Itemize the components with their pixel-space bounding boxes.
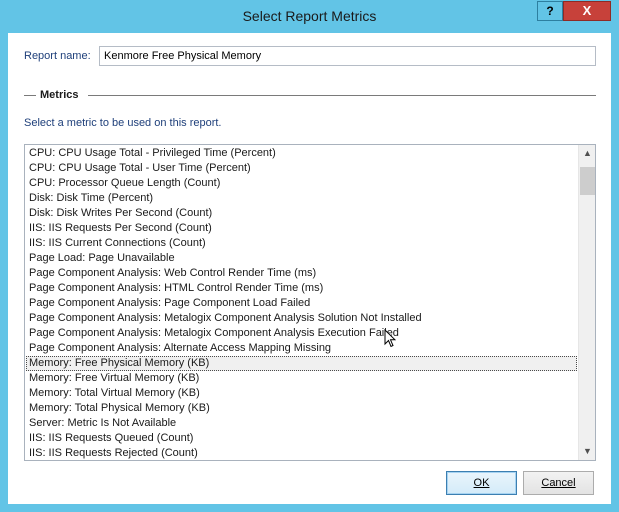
list-item[interactable]: CPU: CPU Usage Total - User Time (Percen… (26, 161, 577, 176)
list-item[interactable]: Page Component Analysis: HTML Control Re… (26, 281, 577, 296)
cancel-button[interactable]: Cancel (523, 471, 594, 495)
metrics-hint: Select a metric to be used on this repor… (24, 117, 222, 129)
list-item[interactable]: Page Component Analysis: Page Component … (26, 296, 577, 311)
list-item[interactable]: CPU: Processor Queue Length (Count) (26, 176, 577, 191)
divider (24, 95, 36, 96)
list-item[interactable]: Memory: Total Physical Memory (KB) (26, 401, 577, 416)
dialog-body: Report name: Metrics Select a metric to … (8, 33, 611, 504)
ok-button[interactable]: OK (446, 471, 517, 495)
metrics-section-title: Metrics (40, 89, 79, 101)
vertical-scrollbar[interactable]: ▲ ▼ (578, 145, 595, 460)
close-button[interactable]: X (563, 1, 611, 21)
report-name-label: Report name: (24, 50, 91, 62)
title-bar[interactable]: Select Report Metrics ? X (0, 0, 619, 33)
list-item[interactable]: Disk: Disk Writes Per Second (Count) (26, 206, 577, 221)
list-item[interactable]: IIS: IIS Requests Queued (Count) (26, 431, 577, 446)
list-item[interactable]: Page Component Analysis: Metalogix Compo… (26, 326, 577, 341)
chevron-down-icon[interactable]: ▼ (579, 443, 595, 460)
list-item[interactable]: CPU: CPU Usage Total - Privileged Time (… (26, 146, 577, 161)
chevron-up-icon[interactable]: ▲ (579, 145, 595, 162)
scrollbar-thumb[interactable] (580, 167, 595, 195)
list-item[interactable]: Page Component Analysis: Metalogix Compo… (26, 311, 577, 326)
help-button[interactable]: ? (537, 1, 563, 21)
list-item[interactable]: Page Component Analysis: Web Control Ren… (26, 266, 577, 281)
list-item[interactable]: Page Load: Page Unavailable (26, 251, 577, 266)
list-item[interactable]: IIS: IIS Requests Per Second (Count) (26, 221, 577, 236)
list-item[interactable]: Disk: Disk Time (Percent) (26, 191, 577, 206)
mouse-pointer-icon (384, 329, 396, 348)
metrics-group-header: Metrics (24, 89, 596, 103)
window-title: Select Report Metrics (242, 8, 377, 24)
list-item[interactable]: IIS: IIS Current Connections (Count) (26, 236, 577, 251)
list-item[interactable]: IIS: IIS Requests Rejected (Count) (26, 446, 577, 460)
metrics-list[interactable]: CPU: CPU Usage Total - Privileged Time (… (25, 145, 578, 460)
list-item[interactable]: Memory: Free Physical Memory (KB) (26, 356, 577, 371)
list-item[interactable]: Memory: Total Virtual Memory (KB) (26, 386, 577, 401)
list-item[interactable]: Memory: Free Virtual Memory (KB) (26, 371, 577, 386)
list-item[interactable]: Page Component Analysis: Alternate Acces… (26, 341, 577, 356)
list-item[interactable]: Server: Metric Is Not Available (26, 416, 577, 431)
dialog-window: Select Report Metrics ? X Report name: M… (0, 0, 619, 512)
report-name-input[interactable] (99, 46, 596, 66)
divider (88, 95, 596, 96)
metrics-listbox[interactable]: CPU: CPU Usage Total - Privileged Time (… (24, 144, 596, 461)
